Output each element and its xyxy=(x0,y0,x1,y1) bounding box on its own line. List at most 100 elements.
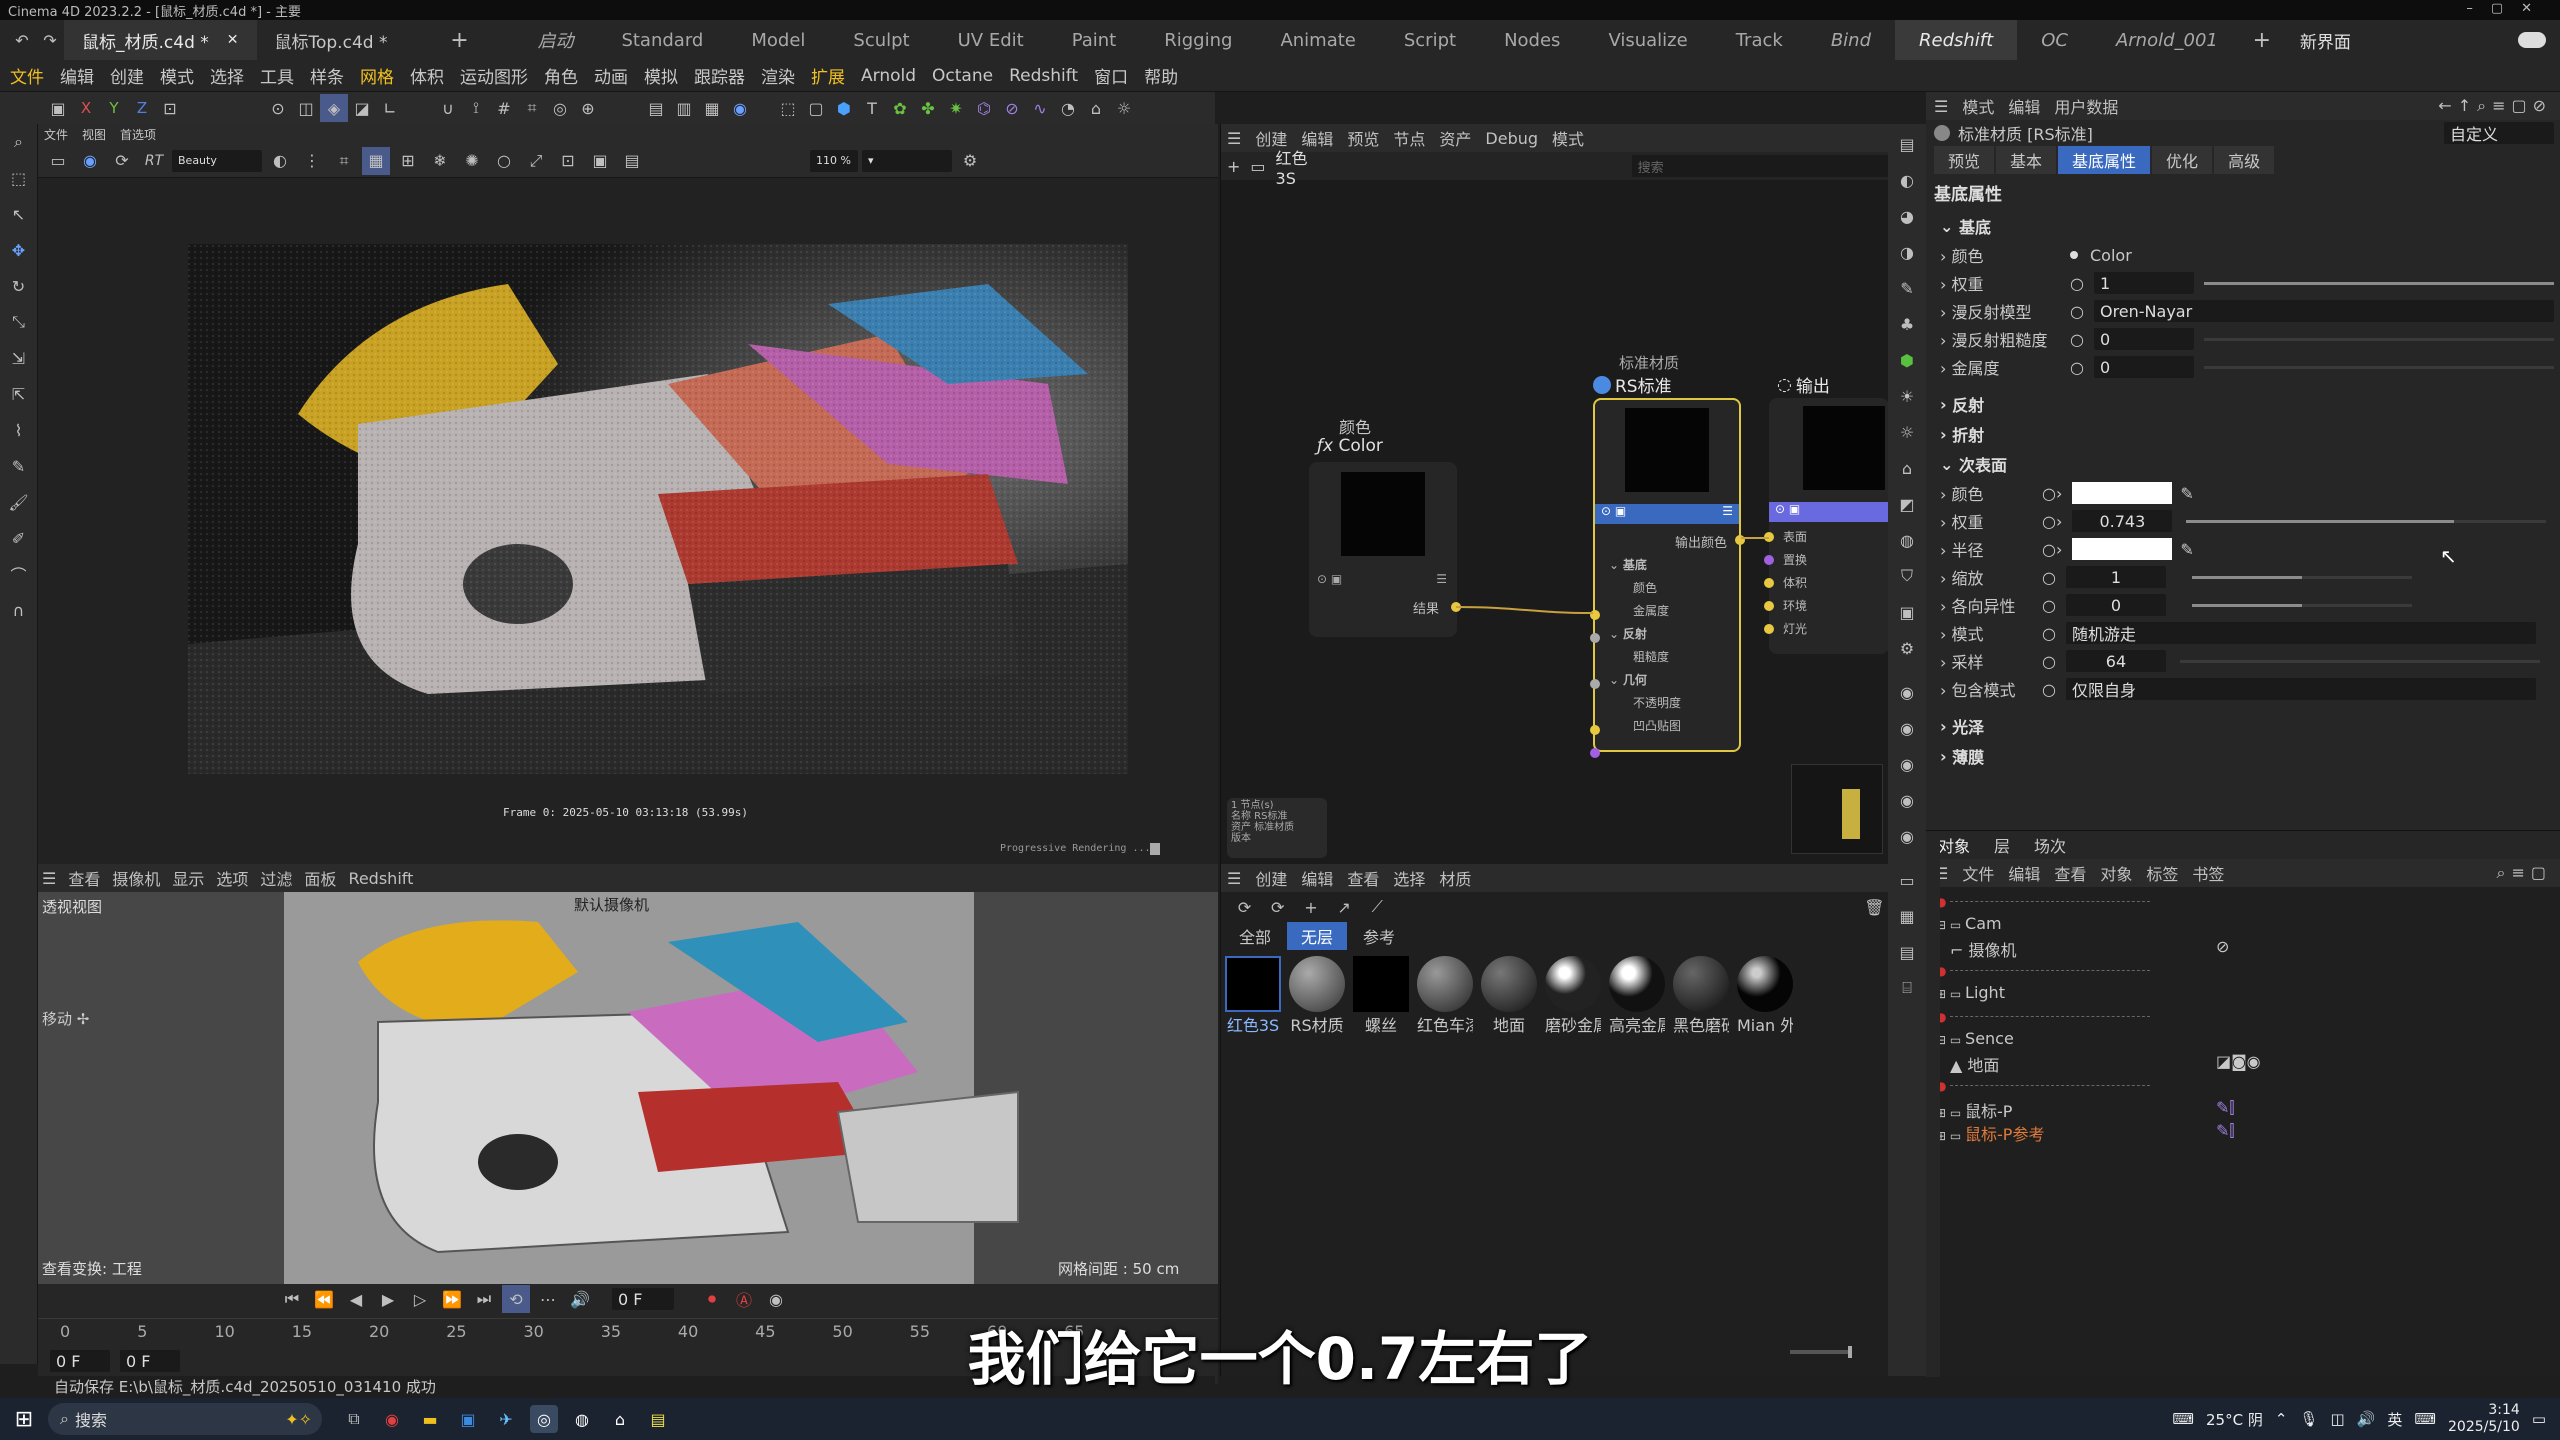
notification-icon[interactable]: ▭ xyxy=(2532,1410,2546,1428)
rs-sun-icon[interactable]: ☀ xyxy=(1893,382,1921,410)
volume-slider[interactable] xyxy=(1790,1346,1852,1358)
rs-portal-icon[interactable]: ⛉ xyxy=(1893,562,1921,590)
out-port-surface[interactable]: 表面 xyxy=(1783,526,1807,549)
obj-search-icons[interactable]: ⌕≡▢ xyxy=(2497,863,2552,883)
paperclip-icon[interactable]: ✎ xyxy=(1893,274,1921,302)
deformer-icon[interactable]: ⌬ xyxy=(970,94,998,122)
menu-octane[interactable]: Octane xyxy=(924,66,1001,86)
rsview-menu-view[interactable]: 视图 xyxy=(82,126,106,143)
sss-mode-dropdown[interactable]: 随机游走 xyxy=(2065,622,2536,644)
layout-tab-rigging[interactable]: Rigging xyxy=(1140,20,1256,60)
circle-icon[interactable]: ○ xyxy=(490,147,518,175)
camera-tag-icon[interactable]: ⊘ xyxy=(2216,937,2229,956)
app-icon[interactable]: ◍ xyxy=(568,1405,596,1433)
menu-tools[interactable]: 工具 xyxy=(252,63,302,88)
light-tool-icon[interactable]: ☼ xyxy=(1110,94,1138,122)
menu-file[interactable]: 文件 xyxy=(2,63,52,88)
menu-spline[interactable]: 样条 xyxy=(302,63,352,88)
rs-standard-node[interactable]: ⊙ ▣ ☰ 输出颜色 ⌄ 基底 颜色 金属度 ⌄ 反射 粗糙度 ⌄ 几何 不透明… xyxy=(1590,398,1745,758)
tray-overflow-icon[interactable]: ⌃ xyxy=(2275,1410,2288,1428)
add-material-icon[interactable]: + xyxy=(1297,893,1324,921)
aov-dropdown[interactable]: Beauty xyxy=(172,149,262,172)
rs-viewer-save-icon[interactable]: ▭ xyxy=(44,147,72,175)
rsview-menu-prefs[interactable]: 首选项 xyxy=(120,126,156,143)
material-swatch[interactable]: 高亮金属 xyxy=(1609,956,1665,1036)
material-swatch[interactable]: Mian 外 xyxy=(1737,956,1793,1036)
picture-icon[interactable]: ▭ xyxy=(1893,866,1921,894)
group-sss[interactable]: ⌄ 次表面 xyxy=(1940,449,2560,479)
sss-scale-slider[interactable] xyxy=(2191,575,2412,579)
brush-tool-icon[interactable]: 🖌 xyxy=(5,488,33,516)
layout-tab-track[interactable]: Track xyxy=(1712,20,1807,60)
attr-tab-base[interactable]: 基底属性 xyxy=(2058,146,2151,174)
sss-aniso-field[interactable]: 0 xyxy=(2065,594,2166,616)
out-port-volume[interactable]: 体积 xyxy=(1783,572,1807,595)
menu-create[interactable]: 创建 xyxy=(102,63,152,88)
vp-menu-camera[interactable]: 摄像机 xyxy=(112,866,160,890)
menu-redshift[interactable]: Redshift xyxy=(1001,66,1086,86)
object-row[interactable]: ⊟ ▭ Cam xyxy=(1936,914,2560,937)
vp-menu-panel[interactable]: 面板 xyxy=(304,866,336,890)
layout-tab-animate[interactable]: Animate xyxy=(1256,20,1379,60)
weather-text[interactable]: 25°C 阴 xyxy=(2206,1409,2263,1430)
base-weight-slider[interactable] xyxy=(2203,281,2554,285)
rs-render-icon[interactable]: ▤ xyxy=(1893,130,1921,158)
filter-icon[interactable]: ⟳ xyxy=(1264,893,1291,921)
render-icon[interactable]: ▤ xyxy=(642,94,670,122)
rs-env-icon[interactable]: ▣ xyxy=(1893,598,1921,626)
axis-y-toggle[interactable]: Y xyxy=(100,94,128,122)
cube-icon[interactable]: ⬚ xyxy=(774,94,802,122)
menu-render[interactable]: 渲染 xyxy=(753,63,803,88)
select-mode-icon[interactable]: ▣ xyxy=(44,94,72,122)
material-swatch[interactable]: 黑色磨砂 xyxy=(1673,956,1729,1036)
rs-viewer-refresh-icon[interactable]: ⟳ xyxy=(108,147,136,175)
layout-tab-bind[interactable]: Bind xyxy=(1807,20,1895,60)
menu-select[interactable]: 选择 xyxy=(202,63,252,88)
vp-menu-view[interactable]: 查看 xyxy=(68,866,100,890)
scene-icon[interactable]: ◔ xyxy=(1054,94,1082,122)
add-icon[interactable]: + xyxy=(1227,157,1240,176)
keyframe-dot[interactable]: ○ xyxy=(2070,302,2084,321)
rs-light-icon[interactable]: ☼ xyxy=(1893,418,1921,446)
diffuse-rough-slider[interactable] xyxy=(2203,337,2554,341)
extrude-tool-icon[interactable]: ⇱ xyxy=(5,380,33,408)
vp-menu-display[interactable]: 显示 xyxy=(172,866,204,890)
go-start-icon[interactable]: ⏮ xyxy=(278,1285,306,1313)
rs-texture-icon[interactable]: ◑ xyxy=(1893,238,1921,266)
eyedropper-icon[interactable]: ⟋ xyxy=(1364,893,1391,921)
mat-filter-all[interactable]: 全部 xyxy=(1225,922,1285,950)
layout-tab-standard[interactable]: Standard xyxy=(597,20,727,60)
vp-menu-filter[interactable]: 过滤 xyxy=(260,866,292,890)
layout-tab-paint[interactable]: Paint xyxy=(1048,20,1141,60)
hamburger-icon[interactable]: ☰ xyxy=(1227,129,1241,148)
attr-menu-userdata[interactable]: 用户数据 xyxy=(2054,94,2118,118)
preset-dropdown[interactable]: 自定义 xyxy=(2444,122,2554,144)
object-row[interactable]: ⊞ ▭ 鼠标-P参考 ✎⫿ xyxy=(1936,1121,2560,1144)
obj-tab-takes[interactable]: 场次 xyxy=(2022,831,2078,859)
rs-area-icon[interactable]: ◩ xyxy=(1893,490,1921,518)
points-mode-icon[interactable]: ⊙ xyxy=(264,94,292,122)
app-icon[interactable]: ⌂ xyxy=(606,1405,634,1433)
mat-menu-material[interactable]: 材质 xyxy=(1439,866,1471,890)
out-port-light[interactable]: 灯光 xyxy=(1783,618,1807,641)
loop-icon[interactable]: ⟲ xyxy=(502,1285,530,1313)
sss-radius-swatch[interactable] xyxy=(2072,538,2173,560)
sss-samples-slider[interactable] xyxy=(2179,659,2540,663)
layout-tab-uvedit[interactable]: UV Edit xyxy=(934,20,1048,60)
record-icon[interactable]: ⏺ xyxy=(698,1285,726,1313)
symmetry-icon[interactable]: ⟟ xyxy=(462,94,490,122)
mic-icon[interactable]: 🎙 xyxy=(2299,1410,2318,1428)
layout-tab-sculpt[interactable]: Sculpt xyxy=(829,20,933,60)
menu-mograph[interactable]: 运动图形 xyxy=(452,63,536,88)
snapshot-icon[interactable]: ▣ xyxy=(586,147,614,175)
ne-menu-debug[interactable]: Debug xyxy=(1485,129,1538,148)
layout-tab-start[interactable]: 启动 xyxy=(513,20,597,60)
object-row[interactable]: ⊟ ▭ Sence xyxy=(1936,1029,2560,1052)
node-minimap[interactable] xyxy=(1791,764,1883,854)
grid-icon[interactable]: ⊞ xyxy=(394,147,422,175)
menu-edit[interactable]: 编辑 xyxy=(52,63,102,88)
keyframe-dot[interactable]: ○› xyxy=(2042,540,2062,559)
obj-menu-file[interactable]: 文件 xyxy=(1962,861,1994,885)
grid-overlay-icon[interactable]: ⋮ xyxy=(298,147,326,175)
material-swatch[interactable]: 红色车漆 xyxy=(1417,956,1473,1036)
